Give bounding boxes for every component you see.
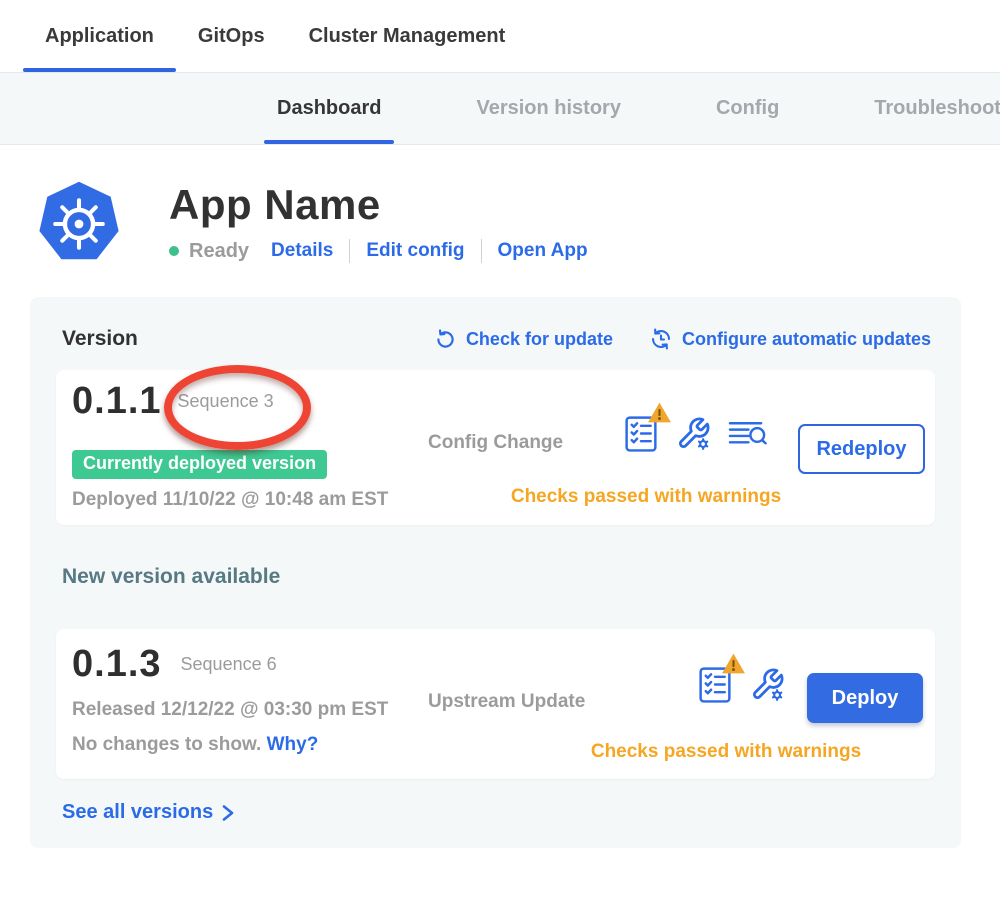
status-text: Ready <box>189 240 249 263</box>
preflight-checks-icon[interactable] <box>698 665 733 704</box>
tab-config[interactable]: Config <box>716 73 779 144</box>
divider <box>481 239 482 263</box>
available-version-number: 0.1.3 <box>72 643 162 686</box>
tab-dashboard[interactable]: Dashboard <box>277 73 381 144</box>
warning-triangle-icon <box>647 401 672 424</box>
tab-version-history[interactable]: Version history <box>476 73 621 144</box>
view-diff-icon[interactable] <box>728 419 767 449</box>
version-panel: Version Check for update <box>30 297 961 848</box>
tab-troubleshoot[interactable]: Troubleshoot <box>874 73 1000 144</box>
secondary-nav: Dashboard Version history Config Trouble… <box>0 72 1000 145</box>
auto-update-clock-icon <box>649 327 673 351</box>
deployed-timestamp: Deployed 11/10/22 @ 10:48 am EST <box>72 489 388 511</box>
primary-nav: Application GitOps Cluster Management <box>0 0 1000 72</box>
available-version-sequence: Sequence 6 <box>181 654 277 675</box>
version-type-label: Config Change <box>428 432 563 454</box>
preflight-checks-icon[interactable] <box>624 414 659 453</box>
new-version-banner: New version available <box>62 565 935 589</box>
tab-cluster-management[interactable]: Cluster Management <box>287 0 528 72</box>
divider <box>349 239 350 263</box>
released-timestamp: Released 12/12/22 @ 03:30 pm EST <box>72 699 388 721</box>
checks-warning-text: Checks passed with warnings <box>576 741 876 763</box>
kubernetes-logo-icon <box>35 179 123 269</box>
page-title: App Name <box>169 181 588 229</box>
version-type-label: Upstream Update <box>428 691 585 713</box>
version-heading: Version <box>62 327 138 351</box>
refresh-icon <box>434 328 457 351</box>
details-link[interactable]: Details <box>271 240 333 262</box>
why-link[interactable]: Why? <box>267 734 319 755</box>
tab-gitops[interactable]: GitOps <box>176 0 287 72</box>
open-app-link[interactable]: Open App <box>498 240 588 262</box>
edit-config-wrench-icon[interactable] <box>750 667 785 702</box>
chevron-right-icon <box>220 804 236 822</box>
current-version-sequence: Sequence 3 <box>178 391 274 412</box>
checks-warning-text: Checks passed with warnings <box>506 486 786 508</box>
edit-config-wrench-icon[interactable] <box>676 416 711 451</box>
currently-deployed-badge: Currently deployed version <box>72 450 327 479</box>
app-status-row: Ready Details Edit config Open App <box>169 239 588 263</box>
tab-application[interactable]: Application <box>23 0 176 72</box>
check-for-update-link[interactable]: Check for update <box>434 327 613 351</box>
no-changes-text: No changes to show. Why? <box>72 734 318 756</box>
deploy-button[interactable]: Deploy <box>807 673 923 723</box>
status-dot-icon <box>169 246 179 256</box>
redeploy-button[interactable]: Redeploy <box>798 424 925 474</box>
configure-automatic-updates-link[interactable]: Configure automatic updates <box>649 327 931 351</box>
current-version-number: 0.1.1 <box>72 380 162 423</box>
edit-config-link[interactable]: Edit config <box>366 240 464 262</box>
available-version-card: 0.1.3 Sequence 6 Released 12/12/22 @ 03:… <box>56 629 935 779</box>
see-all-versions-link[interactable]: See all versions <box>62 801 236 824</box>
current-version-card: 0.1.1 Sequence 3 Currently deployed vers… <box>56 370 935 525</box>
warning-triangle-icon <box>721 652 746 675</box>
app-header: App Name Ready Details Edit config Open … <box>0 145 1000 269</box>
